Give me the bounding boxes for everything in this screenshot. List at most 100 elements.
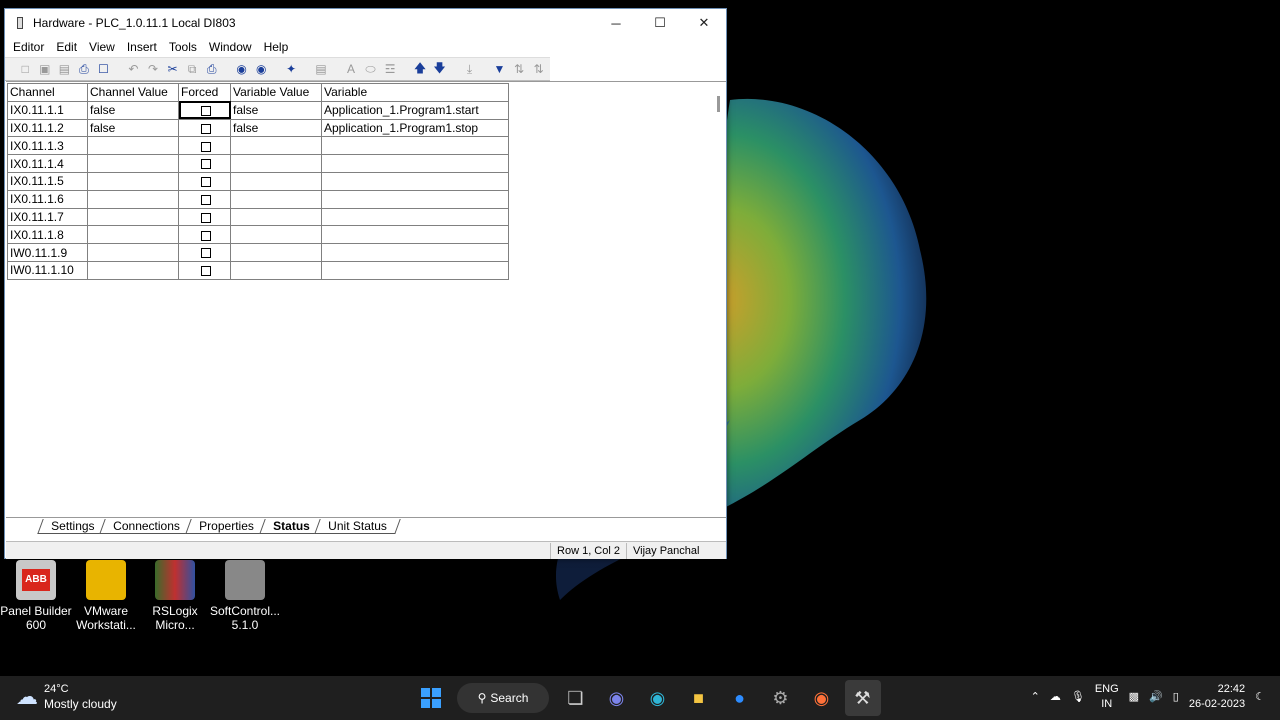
settings-icon[interactable]: ⚙ <box>763 680 799 716</box>
cell-channel-value[interactable]: false <box>87 100 179 120</box>
firefox-icon[interactable]: ◉ <box>804 680 840 716</box>
cell-channel-value[interactable] <box>87 171 179 191</box>
cell-channel-value[interactable] <box>87 225 179 245</box>
cell-channel-value[interactable] <box>87 154 179 173</box>
arrow-down-icon[interactable]: 🡇 <box>431 60 448 78</box>
active-app-icon[interactable]: ⚒ <box>844 680 881 716</box>
print-preview-icon[interactable]: ☐ <box>95 60 112 78</box>
tab-status[interactable]: Status <box>259 519 324 534</box>
weather-widget[interactable]: ☁ 24°C Mostly cloudy <box>16 682 117 712</box>
tab-properties[interactable]: Properties <box>185 519 268 534</box>
menu-insert[interactable]: Insert <box>121 40 163 54</box>
maximize-button[interactable]: ☐ <box>638 9 682 37</box>
cell-variable[interactable] <box>321 207 509 227</box>
cell-variable-value[interactable] <box>230 243 322 262</box>
cell-variable-value[interactable] <box>230 189 322 209</box>
desktop-icon-vmware[interactable]: VMware Workstati... <box>70 560 142 632</box>
forced-checkbox[interactable] <box>201 266 211 277</box>
cell-variable-value[interactable] <box>230 260 322 280</box>
cell-forced[interactable] <box>178 260 231 280</box>
menu-editor[interactable]: Editor <box>7 40 50 54</box>
minimize-button[interactable]: ─ <box>594 9 638 37</box>
forced-checkbox[interactable] <box>201 123 211 134</box>
font-icon[interactable]: A <box>343 60 360 78</box>
close-button[interactable]: ✕ <box>682 9 726 37</box>
print-icon[interactable]: ⎙ <box>76 60 93 78</box>
window-icon[interactable]: ▤ <box>313 60 330 78</box>
cell-channel-value[interactable]: false <box>87 118 179 138</box>
sort-asc-icon[interactable]: ⇅ <box>511 60 528 78</box>
cell-channel[interactable]: IX0.11.1.6 <box>7 189 88 209</box>
desktop-icon-softcontrol[interactable]: SoftControl... 5.1.0 <box>209 560 281 632</box>
cell-variable[interactable] <box>321 243 509 262</box>
cell-variable[interactable] <box>321 171 509 191</box>
zoom-icon[interactable]: ● <box>722 680 758 716</box>
forced-checkbox[interactable] <box>201 195 211 205</box>
cell-channel[interactable]: IX0.11.1.1 <box>7 100 88 120</box>
taskbar-search[interactable]: ⚲ Search <box>457 683 549 713</box>
find-next-icon[interactable]: ◉ <box>253 60 270 78</box>
tab-connections[interactable]: Connections <box>99 519 194 534</box>
cell-variable-value[interactable] <box>230 171 322 191</box>
cell-variable-value[interactable] <box>230 207 322 227</box>
header-variable[interactable]: Variable <box>321 83 509 102</box>
header-forced[interactable]: Forced <box>178 83 231 102</box>
cell-channel[interactable]: IX0.11.1.4 <box>7 154 88 173</box>
file-explorer-icon[interactable]: ■ <box>681 680 717 716</box>
cell-channel[interactable]: IW0.11.1.9 <box>7 243 88 262</box>
scroll-indicator[interactable] <box>717 96 720 112</box>
cell-forced[interactable] <box>178 225 231 245</box>
filter-icon[interactable]: ▼ <box>491 60 508 78</box>
cell-forced[interactable] <box>178 118 231 138</box>
undo-icon[interactable]: ↶ <box>125 60 142 78</box>
arrow-up-icon[interactable]: 🡅 <box>412 60 429 78</box>
cell-channel[interactable]: IX0.11.1.8 <box>7 225 88 245</box>
tab-unit-status[interactable]: Unit Status <box>314 519 401 534</box>
new-icon[interactable]: □ <box>17 60 34 78</box>
forced-checkbox[interactable] <box>201 177 211 188</box>
start-icon[interactable] <box>413 680 449 716</box>
sort-desc-icon[interactable]: ⇅ <box>530 60 547 78</box>
menu-edit[interactable]: Edit <box>50 40 83 54</box>
cell-variable[interactable] <box>321 225 509 245</box>
forced-checkbox[interactable] <box>201 248 211 259</box>
save-all-icon[interactable]: ▤ <box>56 60 73 78</box>
task-view-icon[interactable]: ❏ <box>558 680 594 716</box>
cell-forced[interactable] <box>178 243 231 262</box>
cell-variable[interactable]: Application_1.Program1.stop <box>321 118 509 138</box>
clock[interactable]: 22:42 26-02-2023 <box>1189 682 1245 712</box>
cell-channel[interactable]: IX0.11.1.7 <box>7 207 88 227</box>
language-indicator[interactable]: ENG IN <box>1095 682 1119 712</box>
desktop-icon-rslogix[interactable]: RSLogix Micro... <box>139 560 211 632</box>
cell-channel-value[interactable] <box>87 136 179 156</box>
cell-forced[interactable] <box>178 100 231 120</box>
cell-forced[interactable] <box>178 136 231 156</box>
copy-icon[interactable]: ⧉ <box>184 60 201 78</box>
tab-settings[interactable]: Settings <box>37 519 109 534</box>
paste-icon[interactable]: ⎙ <box>203 60 220 78</box>
edge-icon[interactable]: ◉ <box>640 680 676 716</box>
forced-checkbox[interactable] <box>201 212 211 223</box>
binoculars-icon[interactable]: ◉ <box>233 60 250 78</box>
cell-channel-value[interactable] <box>87 260 179 280</box>
header-channel[interactable]: Channel <box>7 83 88 102</box>
cell-variable[interactable] <box>321 189 509 209</box>
cell-channel[interactable]: IX0.11.1.3 <box>7 136 88 156</box>
cell-variable[interactable] <box>321 136 509 156</box>
chevron-up-icon[interactable]: ⌃ <box>1031 690 1040 705</box>
cell-variable-value[interactable]: false <box>230 100 322 120</box>
cell-forced[interactable] <box>178 171 231 191</box>
ellipse-icon[interactable]: ⬭ <box>362 60 379 78</box>
cell-channel-value[interactable] <box>87 207 179 227</box>
teams-icon[interactable]: ◉ <box>599 680 635 716</box>
onedrive-icon[interactable]: ☁ <box>1050 690 1061 705</box>
forced-checkbox[interactable] <box>201 230 211 241</box>
anchor-icon[interactable]: ⤓ <box>461 60 478 78</box>
cell-variable[interactable] <box>321 260 509 280</box>
cell-channel[interactable]: IX0.11.1.5 <box>7 171 88 191</box>
cell-channel[interactable]: IW0.11.1.10 <box>7 260 88 280</box>
cell-variable[interactable] <box>321 154 509 173</box>
title-bar[interactable]: Hardware - PLC_1.0.11.1 Local DI803 ─ ☐ … <box>5 9 726 37</box>
cell-forced[interactable] <box>178 207 231 227</box>
menu-window[interactable]: Window <box>203 40 258 54</box>
